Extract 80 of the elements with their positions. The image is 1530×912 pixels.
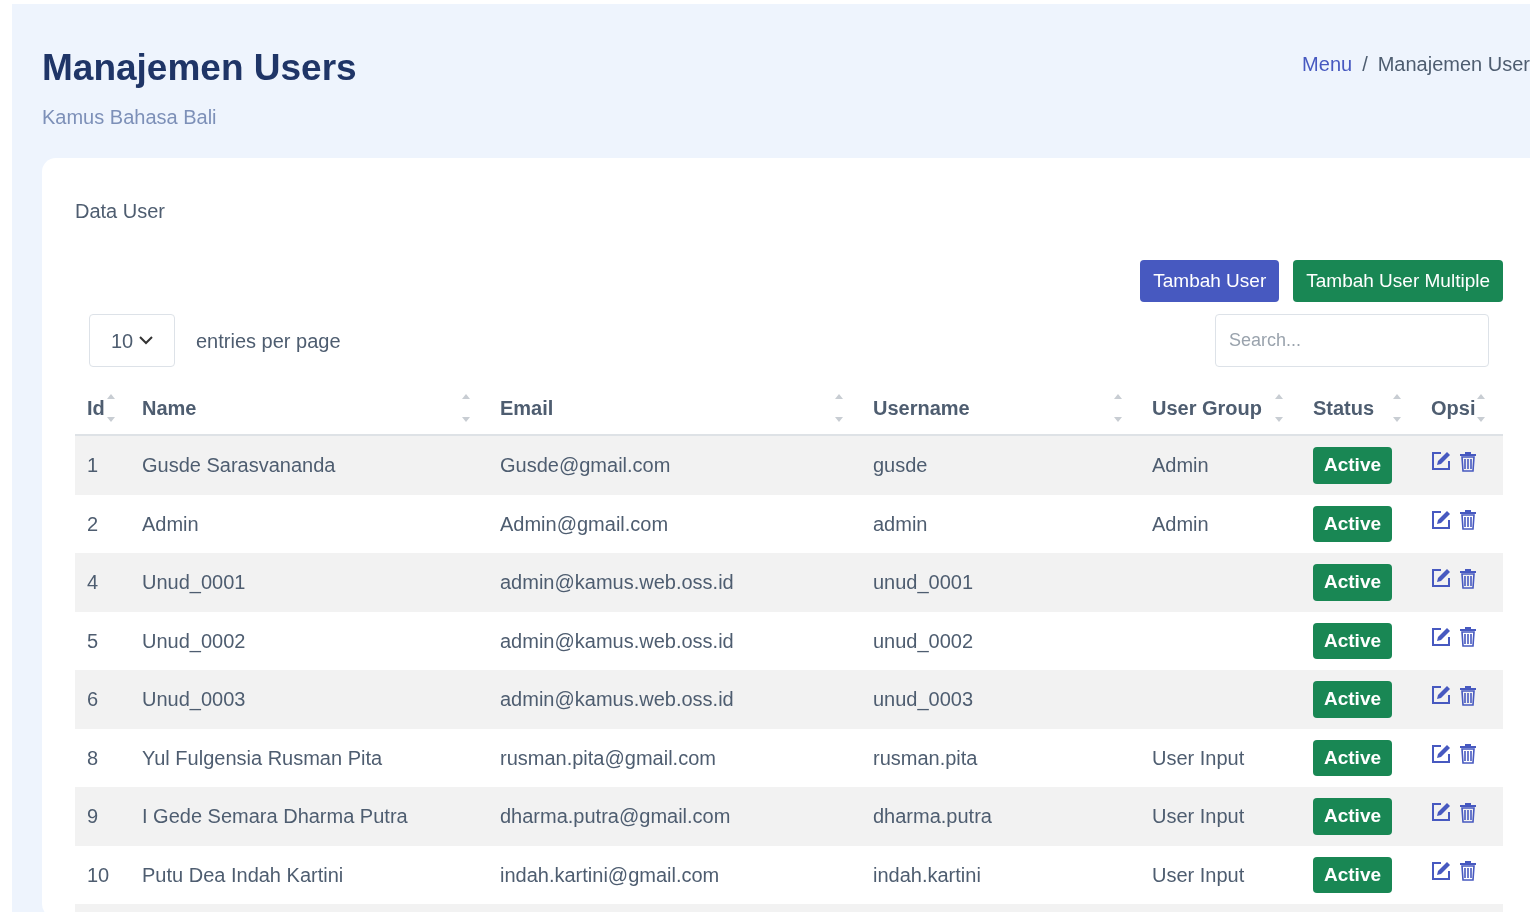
- id-cell: 10: [87, 863, 110, 886]
- trash-icon[interactable]: [1459, 684, 1477, 706]
- email-cell: Gusde@gmail.com: [500, 454, 671, 477]
- username-cell: unud_0001: [873, 571, 974, 594]
- status-badge: Active: [1313, 681, 1393, 718]
- column-header[interactable]: Name: [142, 392, 197, 423]
- edit-icon[interactable]: [1431, 685, 1451, 706]
- id-cell: 5: [87, 629, 99, 652]
- group-cell: User Input: [1152, 805, 1245, 828]
- username-cell: indah.kartini: [873, 863, 981, 886]
- page-title: Manajemen Users: [42, 48, 357, 88]
- group-cell: User Input: [1152, 746, 1245, 769]
- name-cell: Yul Fulgensia Rusman Pita: [142, 746, 383, 769]
- id-cell: 9: [87, 805, 99, 828]
- username-cell: dharma.putra: [873, 805, 992, 828]
- status-badge: Active: [1313, 798, 1393, 835]
- column-header[interactable]: User Group: [1152, 392, 1263, 423]
- add-multiple-button[interactable]: Tambah User Multiple: [1293, 260, 1503, 302]
- email-cell: admin@kamus.web.oss.id: [500, 629, 734, 652]
- edit-icon[interactable]: [1431, 860, 1451, 881]
- breadcrumb-current: Manajemen User: [1377, 52, 1530, 77]
- trash-icon[interactable]: [1459, 801, 1477, 823]
- username-cell: gusde: [873, 454, 928, 477]
- entries-label: entries per page: [196, 328, 341, 354]
- column-header[interactable]: Opsi: [1431, 392, 1476, 423]
- email-cell: admin@kamus.web.oss.id: [500, 571, 734, 594]
- name-cell: Putu Dea Indah Kartini: [142, 863, 344, 886]
- id-cell: 8: [87, 746, 99, 769]
- id-cell: 4: [87, 571, 99, 594]
- search-field[interactable]: Search...: [1215, 314, 1489, 367]
- name-cell: Unud_0001: [142, 571, 246, 594]
- group-cell: Admin: [1152, 512, 1209, 535]
- edit-icon[interactable]: [1431, 568, 1451, 589]
- status-badge: Active: [1313, 739, 1393, 776]
- name-cell: Gusde Sarasvananda: [142, 454, 336, 477]
- group-cell: User Input: [1152, 863, 1245, 886]
- id-cell: 2: [87, 512, 99, 535]
- add-user-button[interactable]: Tambah User: [1140, 260, 1280, 302]
- edit-icon[interactable]: [1431, 802, 1451, 823]
- trash-icon[interactable]: [1459, 567, 1477, 589]
- email-cell: rusman.pita@gmail.com: [500, 746, 716, 769]
- trash-icon[interactable]: [1459, 626, 1477, 648]
- chevron-down-icon: [139, 336, 154, 345]
- username-cell: unud_0002: [873, 629, 974, 652]
- name-cell: Unud_0002: [142, 629, 246, 652]
- breadcrumb-separator: /: [1362, 52, 1368, 77]
- trash-icon[interactable]: [1459, 509, 1477, 531]
- status-badge: Active: [1313, 622, 1393, 659]
- name-cell: Admin: [142, 512, 199, 535]
- column-header[interactable]: Status: [1313, 392, 1375, 423]
- column-header[interactable]: Email: [500, 392, 554, 423]
- trash-icon[interactable]: [1459, 860, 1477, 882]
- edit-icon[interactable]: [1431, 743, 1451, 764]
- card-title: Data User: [75, 199, 166, 224]
- column-header[interactable]: Username: [873, 392, 970, 423]
- username-cell: admin: [873, 512, 928, 535]
- status-badge: Active: [1313, 447, 1393, 484]
- edit-icon[interactable]: [1431, 451, 1451, 472]
- trash-icon[interactable]: [1459, 743, 1477, 765]
- breadcrumb-link[interactable]: Menu: [1302, 49, 1353, 79]
- status-badge: Active: [1313, 856, 1393, 893]
- status-badge: Active: [1313, 564, 1393, 601]
- name-cell: I Gede Semara Dharma Putra: [142, 805, 408, 828]
- status-badge: Active: [1313, 505, 1393, 542]
- username-cell: rusman.pita: [873, 746, 978, 769]
- edit-icon[interactable]: [1431, 509, 1451, 530]
- trash-icon[interactable]: [1459, 450, 1477, 472]
- column-header[interactable]: Id: [87, 392, 105, 423]
- edit-icon[interactable]: [1431, 626, 1451, 647]
- group-cell: Admin: [1152, 454, 1209, 477]
- username-cell: unud_0003: [873, 688, 974, 711]
- page-size-select[interactable]: 10: [89, 314, 175, 367]
- id-cell: 1: [87, 454, 99, 477]
- email-cell: dharma.putra@gmail.com: [500, 805, 731, 828]
- name-cell: Unud_0003: [142, 688, 246, 711]
- id-cell: 6: [87, 688, 99, 711]
- email-cell: indah.kartini@gmail.com: [500, 863, 720, 886]
- email-cell: Admin@gmail.com: [500, 512, 669, 535]
- email-cell: admin@kamus.web.oss.id: [500, 688, 734, 711]
- page-subtitle: Kamus Bahasa Bali: [42, 105, 217, 130]
